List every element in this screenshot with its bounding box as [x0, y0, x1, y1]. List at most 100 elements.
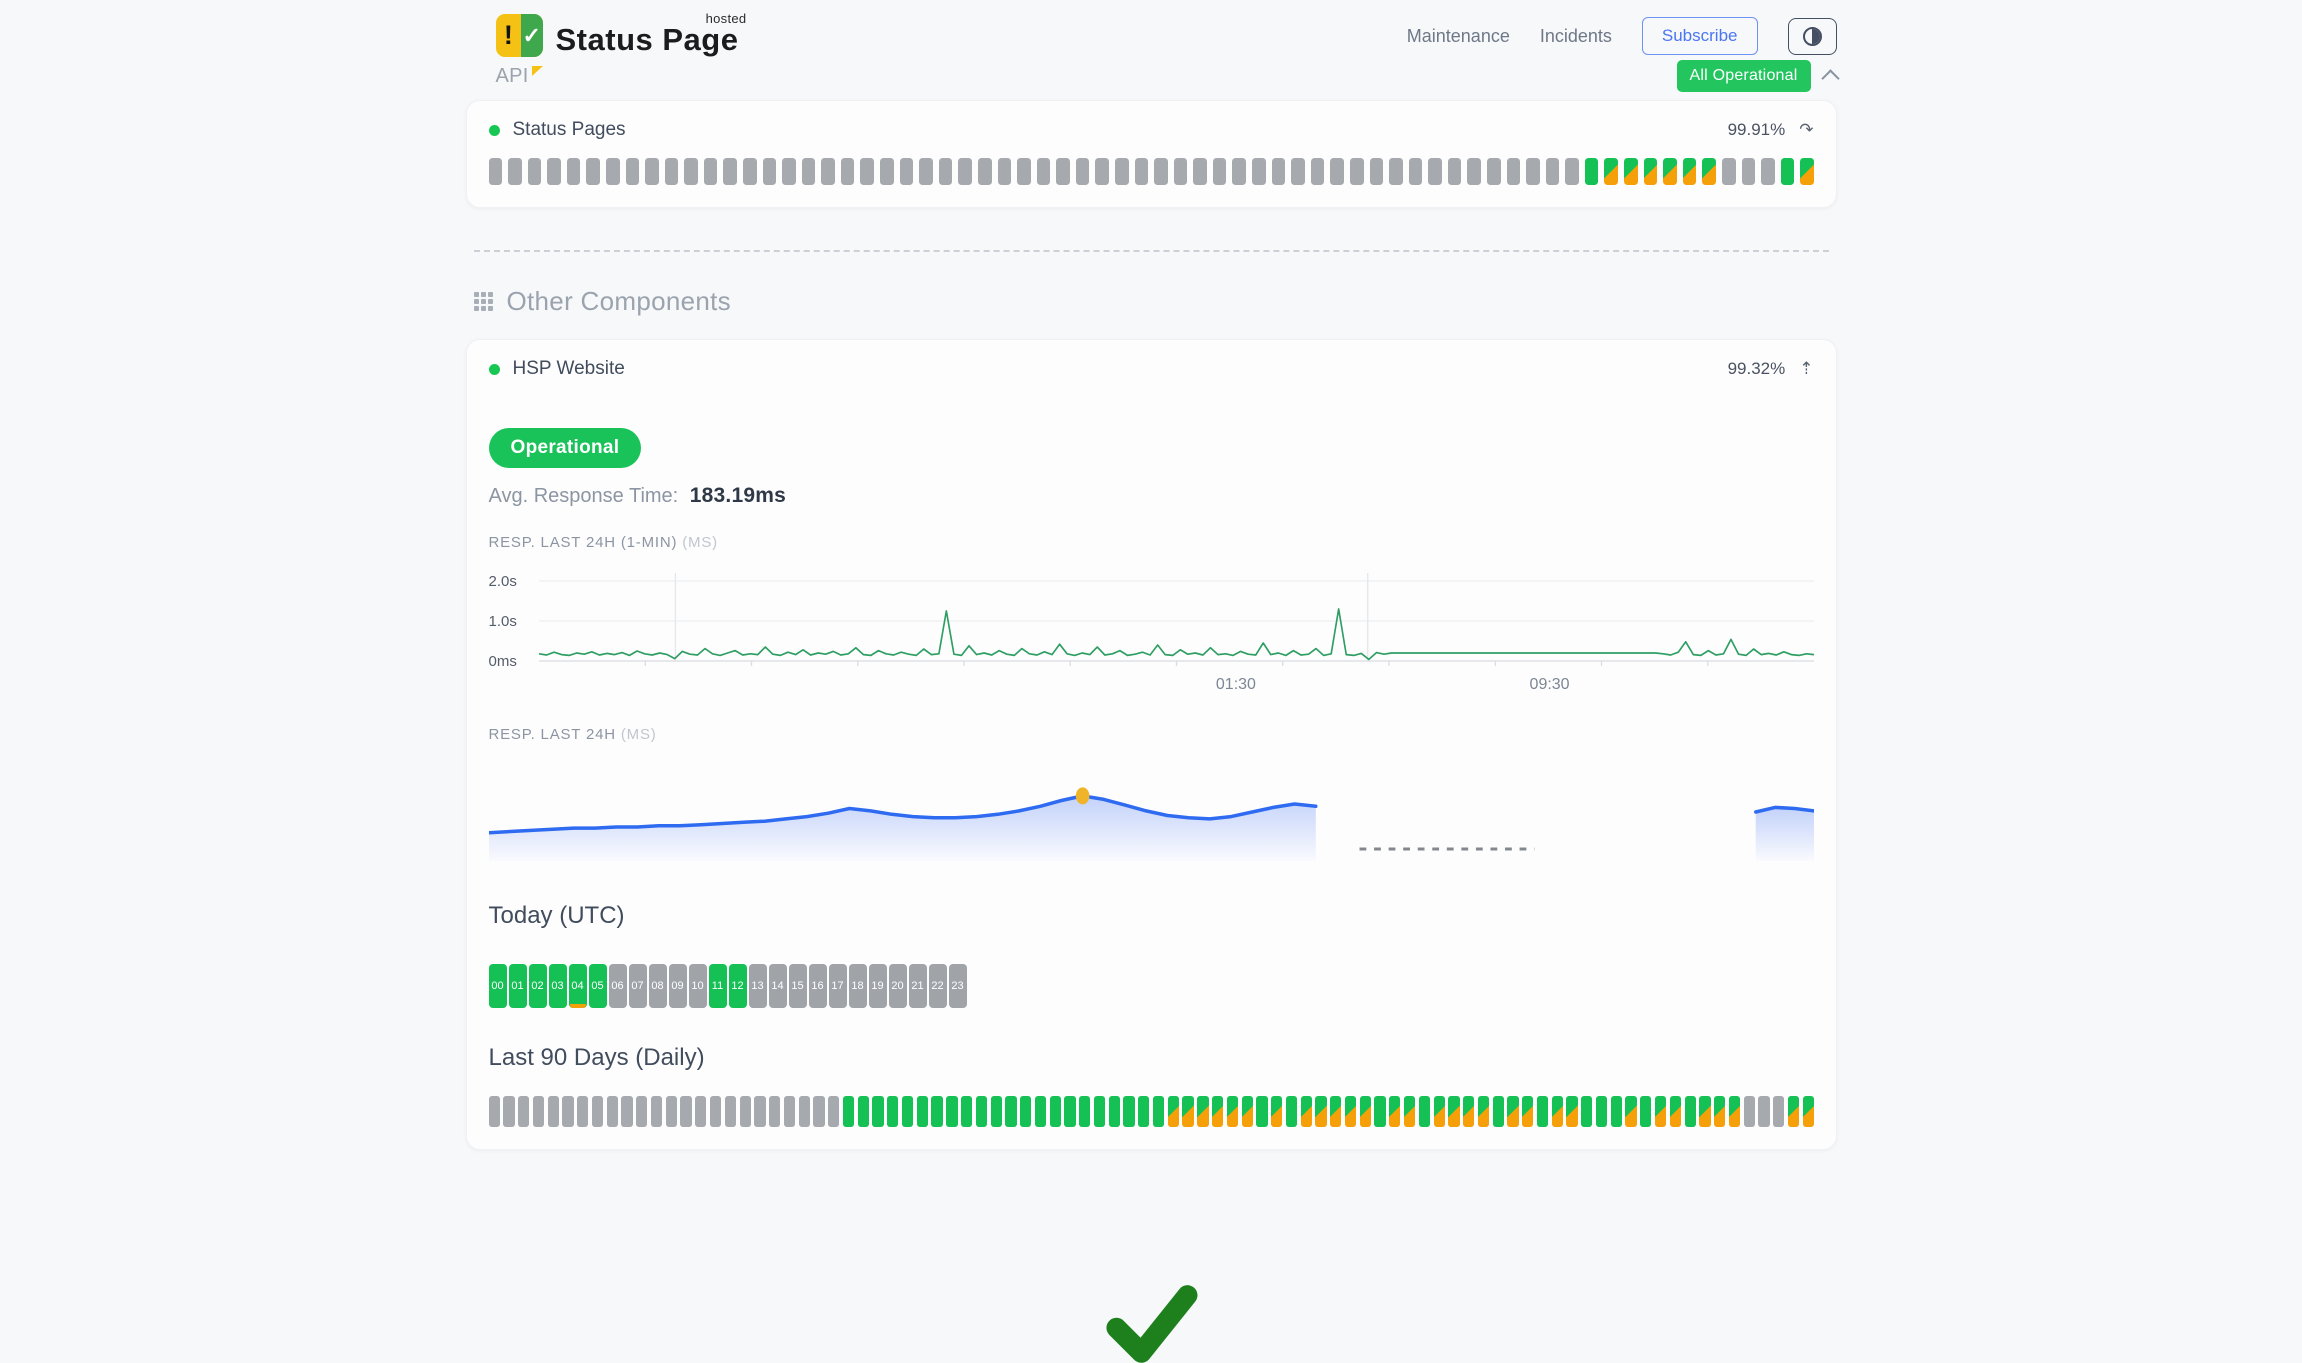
last90-title: Last 90 Days (Daily) [489, 1044, 1814, 1072]
theme-toggle-button[interactable] [1788, 18, 1837, 55]
uptime-bar [1702, 158, 1716, 185]
day-block [1301, 1096, 1312, 1127]
uptime-bar [1546, 158, 1560, 185]
day-block [1242, 1096, 1253, 1127]
day-block [858, 1096, 869, 1127]
nav-maintenance[interactable]: Maintenance [1407, 26, 1510, 47]
avg-response-value: 183.19ms [690, 484, 786, 507]
uptime-bar [489, 158, 503, 185]
api-section-title: API [496, 65, 529, 88]
day-block [1227, 1096, 1238, 1127]
nav-incidents[interactable]: Incidents [1540, 26, 1612, 47]
uptime-bar [586, 158, 600, 185]
uptime-bar [547, 158, 561, 185]
uptime-bar [665, 158, 679, 185]
day-block [1670, 1096, 1681, 1127]
day-block [1596, 1096, 1607, 1127]
day-block [1035, 1096, 1046, 1127]
ytick-1s: 1.0s [489, 613, 531, 630]
uptime-bar [860, 158, 874, 185]
refresh-icon[interactable]: ↷ [1799, 120, 1813, 140]
day-block [1168, 1096, 1179, 1127]
uptime-bar [1761, 158, 1775, 185]
uptime-bar [1428, 158, 1442, 185]
today-title: Today (UTC) [489, 902, 1814, 930]
uptime-bar [821, 158, 835, 185]
hour-block-04: 04 [569, 964, 587, 1008]
day-block [946, 1096, 957, 1127]
trend-up-icon[interactable]: ⇡ [1799, 359, 1813, 379]
uptime-bar [1722, 158, 1736, 185]
day-block [710, 1096, 721, 1127]
day-block [887, 1096, 898, 1127]
uptime-bar [723, 158, 737, 185]
chart-24h-label: RESP. LAST 24H (MS) [489, 726, 1814, 743]
hsp-website-card: HSP Website 99.32% ⇡ Operational Avg. Re… [466, 339, 1837, 1150]
status-dot [489, 364, 500, 375]
hour-block-02: 02 [529, 964, 547, 1008]
day-block [1685, 1096, 1696, 1127]
uptime-bar [900, 158, 914, 185]
day-block [1552, 1096, 1563, 1127]
chevron-up-icon[interactable] [1821, 69, 1839, 87]
hour-block-16: 16 [809, 964, 827, 1008]
uptime-bar [1565, 158, 1579, 185]
component-row: Status Pages 99.91% ↷ [489, 119, 1814, 141]
hour-block-13: 13 [749, 964, 767, 1008]
day-block [1374, 1096, 1385, 1127]
day-block [1094, 1096, 1105, 1127]
brand-superscript: hosted [706, 11, 747, 26]
subscribe-button[interactable]: Subscribe [1642, 17, 1758, 55]
uptime-bar [841, 158, 855, 185]
uptime-bar [1526, 158, 1540, 185]
ytick-2s: 2.0s [489, 573, 531, 590]
day-block [813, 1096, 824, 1127]
day-block [1729, 1096, 1740, 1127]
day-block [1389, 1096, 1400, 1127]
uptime-bar [1311, 158, 1325, 185]
day-block [651, 1096, 662, 1127]
hour-block-15: 15 [789, 964, 807, 1008]
day-block [1153, 1096, 1164, 1127]
logo-exclaim-icon: ! [496, 14, 522, 57]
hour-block-07: 07 [629, 964, 647, 1008]
page-container: ! ✓ Status Page hosted Maintenance Incid… [466, 0, 1837, 1363]
today-hour-blocks: 0001020304050607080910111213141516171819… [489, 964, 1814, 1008]
uptime-bar [978, 158, 992, 185]
component-name: Status Pages [513, 119, 626, 141]
uptime-bar [1056, 158, 1070, 185]
day-block [1064, 1096, 1075, 1127]
day-block [1330, 1096, 1341, 1127]
brand-name-text: Status Page [556, 22, 739, 57]
day-block [1803, 1096, 1814, 1127]
day-block [1522, 1096, 1533, 1127]
day-block [725, 1096, 736, 1127]
header: ! ✓ Status Page hosted Maintenance Incid… [466, 0, 1837, 58]
uptime-bar [1507, 158, 1521, 185]
day-block [1714, 1096, 1725, 1127]
avg-response-row: Avg. Response Time: 183.19ms [489, 484, 1814, 508]
uptime-bar [1272, 158, 1286, 185]
day-block [1005, 1096, 1016, 1127]
day-block [680, 1096, 691, 1127]
avg-response-label: Avg. Response Time: [489, 485, 679, 507]
uptime-bar [1115, 158, 1129, 185]
chart-1min-unit: (MS) [682, 534, 718, 551]
response-area-chart [489, 757, 1814, 866]
logo-bubble-tail [532, 66, 543, 76]
day-block [1478, 1096, 1489, 1127]
day-block [1448, 1096, 1459, 1127]
hour-block-00: 00 [489, 964, 507, 1008]
chart-1min-label: RESP. LAST 24H (1-MIN) (MS) [489, 534, 1814, 551]
hour-block-09: 09 [669, 964, 687, 1008]
day-block [991, 1096, 1002, 1127]
area-chart-svg [489, 757, 1814, 861]
component-name: HSP Website [513, 358, 625, 380]
uptime-bar [645, 158, 659, 185]
day-block [843, 1096, 854, 1127]
day-block [1493, 1096, 1504, 1127]
uptime-bar [1644, 158, 1658, 185]
hour-block-08: 08 [649, 964, 667, 1008]
uptime-bar [1781, 158, 1795, 185]
day-block [1434, 1096, 1445, 1127]
